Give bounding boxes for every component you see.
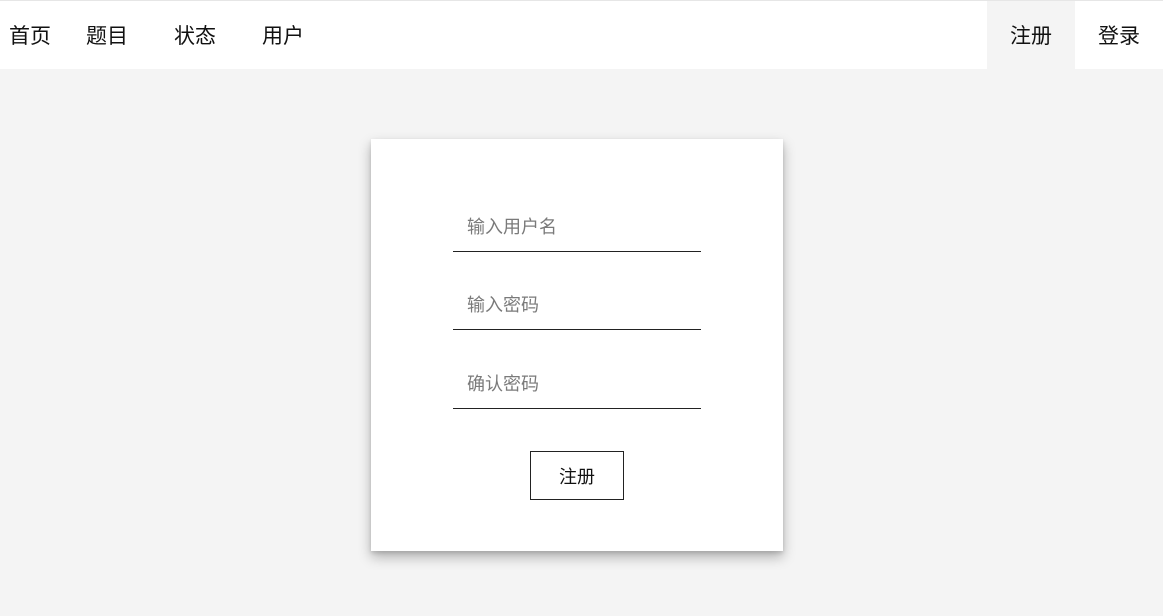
password-field [453, 282, 701, 330]
password-input[interactable] [453, 282, 701, 329]
register-card: 注册 [371, 139, 783, 551]
confirm-password-input[interactable] [453, 361, 701, 408]
top-navbar: 首页 题目 状态 用户 注册 登录 [0, 0, 1163, 69]
nav-item-problems[interactable]: 题目 [63, 1, 151, 69]
username-field [453, 204, 701, 252]
nav-item-status[interactable]: 状态 [151, 1, 239, 69]
nav-item-login[interactable]: 登录 [1075, 1, 1163, 69]
nav-left-group: 首页 题目 状态 用户 [0, 1, 327, 69]
register-submit-button[interactable]: 注册 [530, 451, 624, 500]
nav-item-users[interactable]: 用户 [239, 1, 327, 69]
username-input[interactable] [453, 204, 701, 251]
nav-item-register[interactable]: 注册 [987, 1, 1075, 69]
nav-item-home[interactable]: 首页 [0, 1, 63, 69]
nav-right-group: 注册 登录 [987, 1, 1163, 69]
confirm-password-field [453, 361, 701, 409]
